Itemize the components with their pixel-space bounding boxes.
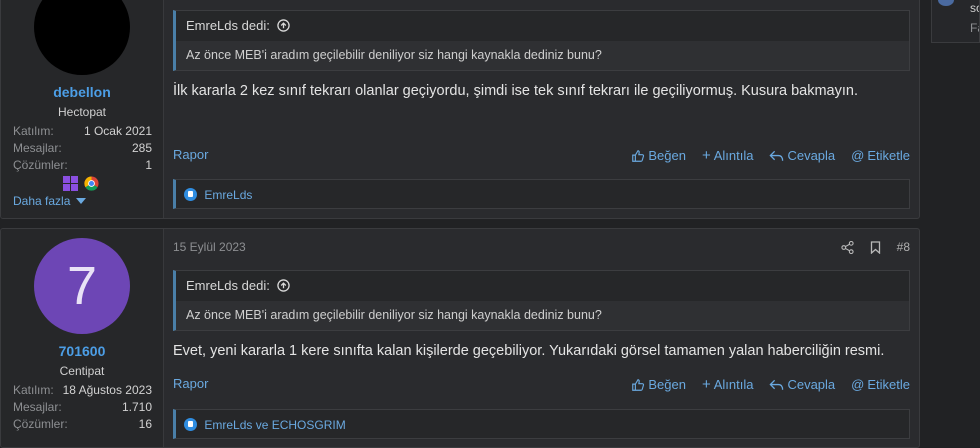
- username[interactable]: 701600: [1, 343, 163, 359]
- reply-button[interactable]: Cevapla: [769, 147, 835, 164]
- post-number[interactable]: #8: [897, 240, 910, 254]
- post-meta: 15 Eylül 2023 #8: [173, 240, 910, 254]
- avatar-letter: 7: [66, 256, 98, 316]
- arrow-up-circle-icon[interactable]: [277, 19, 291, 32]
- quote-block: EmreLds dedi: Az önce MEB'i aradım geçil…: [173, 10, 910, 71]
- windows-icon: [63, 176, 78, 191]
- stat-joined: Katılım: 18 Ağustos 2023: [13, 383, 152, 397]
- arrow-up-circle-icon[interactable]: [277, 279, 291, 292]
- post-date[interactable]: 15 Eylül 2023: [173, 240, 246, 254]
- reply-icon: [769, 150, 784, 161]
- sidebar-widget: so Fa: [931, 0, 980, 43]
- quote-text: Az önce MEB'i aradım geçilebilir deniliy…: [186, 48, 602, 62]
- post-actions: Rapor Beğen + Alıntıla Cevapla @ Etiketl…: [173, 147, 910, 165]
- stat-solutions: Çözümler: 16: [13, 417, 152, 431]
- at-icon: @: [851, 148, 865, 163]
- post-2: 7 701600 Centipat Katılım: 18 Ağustos 20…: [0, 228, 920, 448]
- sidebar-avatar: [938, 0, 954, 6]
- post-user-panel: 7 701600 Centipat Katılım: 18 Ağustos 20…: [1, 229, 164, 447]
- quote-block: EmreLds dedi: Az önce MEB'i aradım geçil…: [173, 270, 910, 331]
- tag-button[interactable]: @ Etiketle: [851, 376, 910, 393]
- thumbs-up-icon: [632, 149, 645, 162]
- quote-text: Az önce MEB'i aradım geçilebilir deniliy…: [186, 308, 602, 322]
- reply-button[interactable]: Cevapla: [769, 376, 835, 393]
- avatar[interactable]: [34, 0, 130, 75]
- user-title: Hectopat: [57, 105, 107, 119]
- report-link[interactable]: Rapor: [173, 147, 208, 162]
- quote-header[interactable]: EmreLds dedi:: [176, 11, 909, 41]
- sidebar-text-1: so: [970, 1, 979, 15]
- plus-icon: +: [701, 147, 711, 164]
- avatar[interactable]: 7: [34, 238, 130, 334]
- post-1: debellon Hectopat Katılım: 1 Ocak 2021 M…: [0, 0, 920, 219]
- quote-header[interactable]: EmreLds dedi:: [176, 271, 909, 301]
- reactions-bar[interactable]: EmreLds: [173, 179, 910, 209]
- reply-icon: [769, 379, 784, 390]
- stat-solutions: Çözümler: 1: [13, 158, 152, 172]
- chrome-icon: [84, 176, 99, 191]
- like-button[interactable]: Beğen: [631, 376, 686, 393]
- sidebar-text-2: Fa: [970, 21, 979, 35]
- at-icon: @: [851, 377, 865, 392]
- reactions-bar[interactable]: EmreLds ve ECHOSGRIM: [173, 409, 910, 439]
- plus-icon: +: [701, 376, 711, 393]
- quote-button[interactable]: + Alıntıla: [702, 147, 754, 164]
- like-reaction-icon: [184, 188, 197, 201]
- share-icon[interactable]: [841, 240, 854, 254]
- post-body: Evet, yeni kararla 1 kere sınıfta kalan …: [173, 343, 885, 359]
- post-body: İlk kararla 2 kez sınıf tekrarı olanlar …: [173, 83, 858, 99]
- bookmark-icon[interactable]: [870, 240, 881, 254]
- post-user-panel: debellon Hectopat Katılım: 1 Ocak 2021 M…: [1, 0, 164, 218]
- quote-button[interactable]: + Alıntıla: [702, 376, 754, 393]
- report-link[interactable]: Rapor: [173, 376, 208, 391]
- tag-button[interactable]: @ Etiketle: [851, 147, 910, 164]
- stat-messages: Mesajlar: 1.710: [13, 400, 152, 414]
- post-actions: Rapor Beğen + Alıntıla Cevapla @ Etiketl…: [173, 376, 910, 394]
- like-reaction-icon: [184, 418, 197, 431]
- thumbs-up-icon: [632, 378, 645, 391]
- caret-down-icon: [75, 198, 86, 204]
- like-button[interactable]: Beğen: [631, 147, 686, 164]
- user-title: Centipat: [59, 364, 105, 378]
- username[interactable]: debellon: [1, 84, 163, 100]
- stat-messages: Mesajlar: 285: [13, 141, 152, 155]
- more-info-toggle[interactable]: Daha fazla: [13, 194, 86, 208]
- stat-joined: Katılım: 1 Ocak 2021: [13, 124, 152, 138]
